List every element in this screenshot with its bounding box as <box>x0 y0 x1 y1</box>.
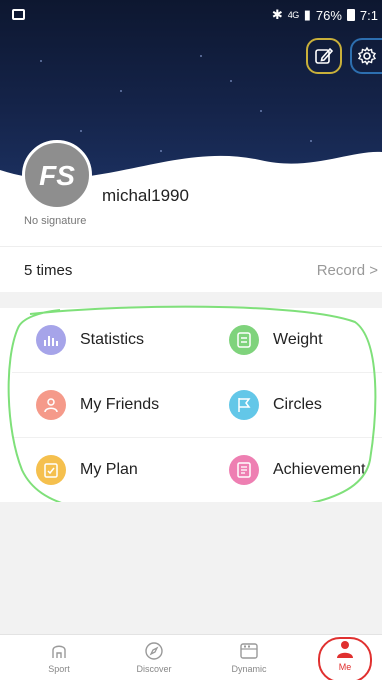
menu-item-label: Circles <box>273 396 322 413</box>
battery-icon <box>346 9 355 21</box>
section-divider <box>0 292 382 308</box>
battery-level: 76% <box>315 7 342 23</box>
record-label: Record <box>316 262 366 279</box>
star <box>200 55 202 57</box>
clock: 7:1 <box>359 7 378 23</box>
profile-menu-grid: Statistics Weight My Friends Circles My … <box>12 308 382 502</box>
star <box>230 80 232 82</box>
menu-item-statistics[interactable]: Statistics <box>12 308 197 372</box>
menu-item-label: Achievement <box>273 461 366 478</box>
bar-chart-icon <box>36 325 66 355</box>
gear-icon <box>357 46 377 66</box>
username: michal1990 <box>102 186 189 205</box>
shoe-icon <box>52 645 66 658</box>
tab-discover[interactable]: Discover <box>119 641 189 680</box>
tab-label: Sport <box>48 664 70 674</box>
menu-item-label: My Friends <box>80 396 160 413</box>
feed-icon <box>240 643 258 659</box>
scale-icon <box>229 325 259 355</box>
tab-sport[interactable]: Sport <box>24 641 94 680</box>
menu-item-my-friends[interactable]: My Friends <box>12 373 197 437</box>
tab-label: Discover <box>136 664 172 674</box>
menu-item-weight[interactable]: Weight <box>197 308 382 372</box>
avatar-logo-text: FS <box>39 160 75 191</box>
star <box>40 60 42 62</box>
tab-dynamic[interactable]: Dynamic <box>214 641 284 680</box>
tab-label: Me <box>338 662 352 672</box>
star <box>260 110 262 112</box>
flag-icon <box>229 390 259 420</box>
avatar[interactable]: FS <box>22 140 92 210</box>
tab-me[interactable]: Me <box>318 637 372 680</box>
empty-area <box>0 502 382 634</box>
chevron-right-icon: > <box>369 262 378 279</box>
gallery-icon <box>12 9 25 20</box>
achievement-icon <box>229 455 259 485</box>
bluetooth-icon: ✱ <box>271 7 283 22</box>
settings-button[interactable] <box>350 38 382 74</box>
menu-item-circles[interactable]: Circles <box>197 373 382 437</box>
edit-icon <box>315 47 334 64</box>
tab-label: Dynamic <box>231 664 267 674</box>
person-icon <box>337 641 353 658</box>
status-bar: ✱ 4G ▮ 76% 7:1 <box>0 0 382 30</box>
menu-item-achievement[interactable]: Achievement <box>197 438 382 502</box>
menu-item-label: Statistics <box>80 331 145 348</box>
menu-item-label: Weight <box>273 331 323 348</box>
star <box>120 90 122 92</box>
plan-icon <box>36 455 66 485</box>
avatar-logo: FS <box>39 160 75 191</box>
menu-item-label: My Plan <box>80 461 138 478</box>
activity-count: 5 times <box>24 262 73 279</box>
menu-item-my-plan[interactable]: My Plan <box>12 438 197 502</box>
activity-count-row[interactable]: 5 times Record > <box>0 246 382 292</box>
network-type: 4G <box>287 10 300 20</box>
record-link[interactable]: Record > <box>317 262 378 279</box>
signal-icon: ▮ <box>303 7 311 22</box>
signature[interactable]: No signature <box>24 215 86 227</box>
bottom-tab-bar: Sport Discover Dynamic Me <box>0 634 382 680</box>
compass-icon <box>145 642 163 660</box>
edit-profile-button[interactable] <box>306 38 342 74</box>
friends-icon <box>36 390 66 420</box>
